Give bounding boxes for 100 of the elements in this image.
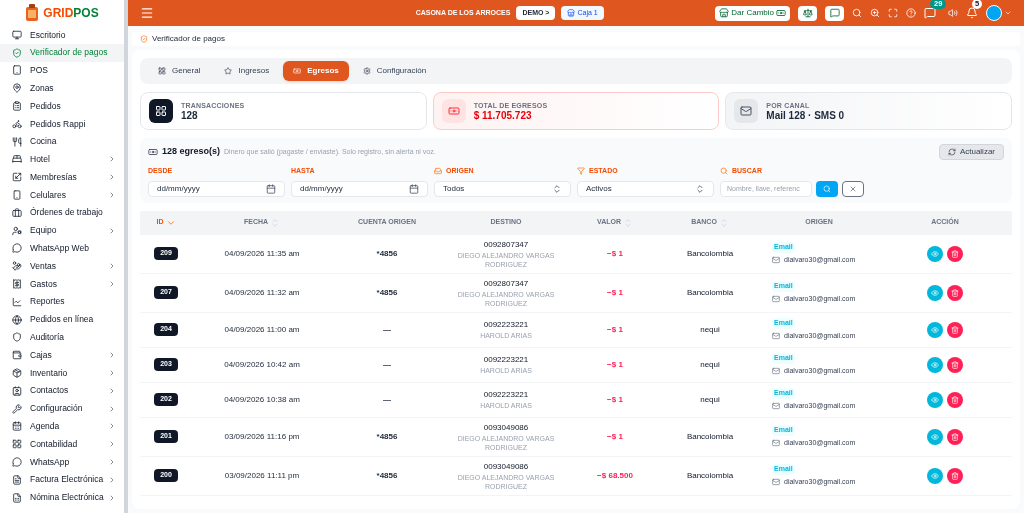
view-button[interactable] xyxy=(927,428,943,445)
view-button[interactable] xyxy=(927,245,943,262)
date-cell: 04/09/2026 11:00 am xyxy=(224,324,300,334)
chat-button[interactable] xyxy=(825,5,844,21)
avatar[interactable] xyxy=(986,5,1002,21)
calendar-icon xyxy=(12,421,22,432)
sidebar-item[interactable]: Escritorio xyxy=(0,26,124,44)
mail-icon xyxy=(772,255,780,264)
sidebar-item[interactable]: Inventario xyxy=(0,364,124,382)
user-icon xyxy=(12,225,22,236)
sidebar-item[interactable]: Agenda xyxy=(0,417,124,436)
delete-button[interactable] xyxy=(947,391,963,408)
sidebar-item[interactable]: Contabilidad xyxy=(0,435,124,454)
clear-button[interactable] xyxy=(842,180,864,197)
sidebar-item[interactable]: Pedidos xyxy=(0,97,124,115)
sidebar-item[interactable]: Reportes xyxy=(0,292,124,311)
chat-bubble-icon xyxy=(12,243,22,254)
sidebar-item[interactable]: Ventas xyxy=(0,257,124,276)
sidebar-item[interactable]: Verificador de pagos xyxy=(0,43,124,62)
calendar-icon[interactable] xyxy=(266,183,276,194)
sidebar-item[interactable]: Pedidos Rappi xyxy=(0,115,124,133)
sidebar-item[interactable]: Cajas xyxy=(0,346,124,365)
sidebar-item[interactable]: Contactos xyxy=(0,381,124,400)
view-button[interactable] xyxy=(927,356,943,373)
view-button[interactable] xyxy=(927,391,943,408)
search-button[interactable] xyxy=(816,180,838,197)
sidebar-item[interactable]: Auditoría xyxy=(0,328,124,347)
bank-cell: nequi xyxy=(700,359,720,369)
select-field[interactable]: Activos xyxy=(577,180,714,197)
delete-button[interactable] xyxy=(947,428,963,445)
wallet-icon xyxy=(12,350,22,361)
sidebar-item[interactable]: Factura Electrónica xyxy=(0,470,124,489)
result-count: 128 egreso(s) xyxy=(162,145,221,159)
destination-number: 0093049086 xyxy=(483,421,529,434)
tab[interactable]: Configuración xyxy=(352,61,437,81)
delete-button[interactable] xyxy=(947,284,963,301)
trash-icon xyxy=(951,471,959,480)
clipboard-icon xyxy=(12,101,22,112)
sidebar-item[interactable]: Equipo xyxy=(0,221,124,240)
destination-number: 0092807347 xyxy=(483,277,529,290)
message-icon[interactable] xyxy=(924,7,936,19)
date-cell: 03/09/2026 11:11 pm xyxy=(224,470,300,480)
account-cell: *4856 xyxy=(376,431,398,441)
sidebar-item[interactable]: Zonas xyxy=(0,79,124,98)
view-button[interactable] xyxy=(927,284,943,301)
sidebar-item[interactable]: Gastos xyxy=(0,275,124,293)
change-button[interactable]: Dar Cambio xyxy=(715,5,790,21)
sidebar-item[interactable]: Membresías xyxy=(0,168,124,187)
breadcrumb: Verificador de pagos xyxy=(152,33,225,45)
date-field[interactable]: dd/mm/yyyy xyxy=(291,180,428,197)
date-cell: 04/09/2026 11:35 am xyxy=(224,248,300,258)
amount-cell: −$ 1 xyxy=(607,248,623,258)
delete-button[interactable] xyxy=(947,467,963,484)
mail-icon xyxy=(772,477,780,486)
date-field[interactable]: dd/mm/yyyy xyxy=(148,180,285,197)
document-icon xyxy=(12,474,22,485)
spreadsheet-icon xyxy=(12,492,22,503)
account-cell: *4856 xyxy=(376,287,398,297)
sidebar-item[interactable]: Celulares xyxy=(0,186,124,204)
mail-icon xyxy=(772,401,780,410)
tab[interactable]: Egresos xyxy=(283,61,349,81)
delete-button[interactable] xyxy=(947,356,963,373)
sidebar-item[interactable]: Pedidos en línea xyxy=(0,310,124,329)
tab[interactable]: Ingresos xyxy=(214,61,280,81)
cash-icon xyxy=(148,147,158,157)
refresh-button[interactable]: Actualizar xyxy=(938,144,1004,160)
stat-value: 128 xyxy=(181,110,199,121)
amount-cell: −$ 1 xyxy=(607,394,623,404)
bell-icon[interactable] xyxy=(966,7,978,19)
sidebar-item[interactable]: Órdenes de trabajo xyxy=(0,203,124,222)
sidebar-item[interactable]: WhatsApp Web xyxy=(0,239,124,258)
delete-button[interactable] xyxy=(947,245,963,262)
select-field[interactable]: Todos xyxy=(434,180,571,197)
zoom-icon[interactable] xyxy=(870,8,880,18)
sidebar-item[interactable]: Nómina Electrónica xyxy=(0,488,124,507)
sidebar-item[interactable]: Cocina xyxy=(0,132,124,151)
fullscreen-icon[interactable] xyxy=(888,8,898,18)
menu-icon[interactable] xyxy=(140,6,154,20)
delete-button[interactable] xyxy=(947,321,963,338)
mail-icon xyxy=(772,294,780,303)
grid-icon xyxy=(12,439,22,450)
tab[interactable]: General xyxy=(148,61,211,81)
briefcase-icon xyxy=(12,207,22,218)
caret-icon[interactable] xyxy=(1004,9,1012,17)
sidebar-item[interactable]: Hotel xyxy=(0,150,124,169)
view-button[interactable] xyxy=(927,467,943,484)
trash-icon xyxy=(951,395,959,404)
sidebar-item[interactable]: Configuración xyxy=(0,399,124,418)
arrows-icon xyxy=(12,172,22,183)
bank-cell: Bancolombia xyxy=(686,431,734,441)
view-button[interactable] xyxy=(927,321,943,338)
map-pin-icon xyxy=(12,83,22,94)
updown-icon xyxy=(552,183,562,194)
calendar-icon[interactable] xyxy=(409,183,419,194)
help-icon[interactable] xyxy=(906,8,916,18)
sidebar-item[interactable]: WhatsApp xyxy=(0,453,124,471)
volume-icon[interactable] xyxy=(948,8,958,18)
sidebar-item[interactable]: POS xyxy=(0,61,124,80)
search-icon[interactable] xyxy=(852,8,862,18)
scale-button[interactable] xyxy=(798,5,817,21)
